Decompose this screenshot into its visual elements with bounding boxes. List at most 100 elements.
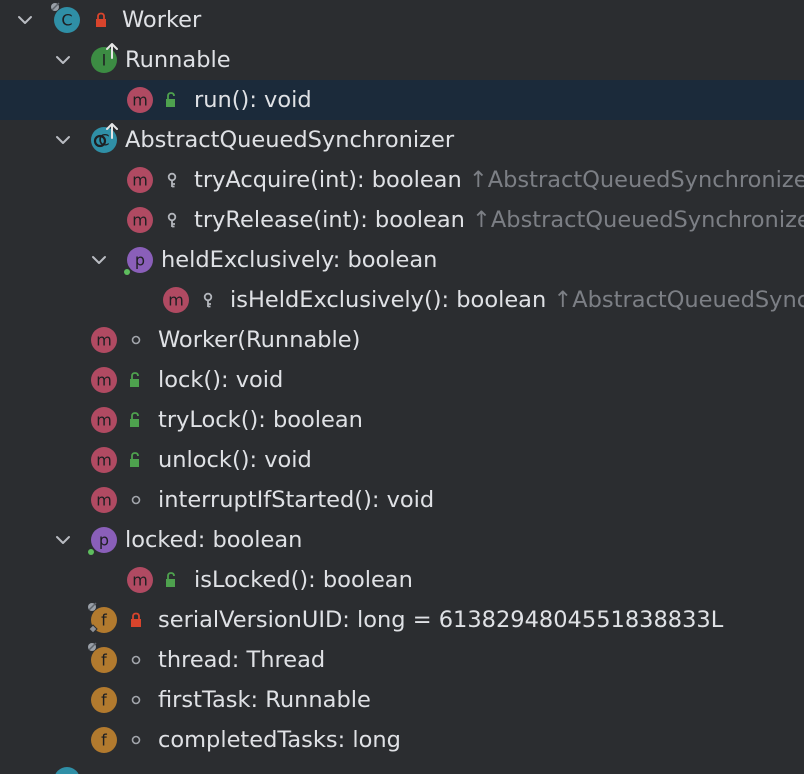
tree-node-label: isLocked(): boolean [194,560,413,600]
method-icon: m [90,366,118,394]
package-private-dot-icon [128,732,144,748]
protected-key-icon [164,172,180,188]
svg-text:f: f [101,611,107,630]
tree-node-label: serialVersionUID: long = 613829480455183… [158,600,723,640]
tree-node-label: interruptIfStarted(): void [158,480,434,520]
tree-node-field[interactable]: f thread: Thread [0,640,804,680]
method-icon: m [126,166,154,194]
structure-tree[interactable]: C Worker I Runnable m run(): void C AbstractQue… [0,0,804,774]
tree-node-method[interactable]: m lock(): void [0,360,804,400]
svg-text:f: f [101,731,107,750]
method-icon: m [126,206,154,234]
node-signature: lock(): void [158,367,284,393]
node-signature: isHeldExclusively(): boolean [230,287,547,313]
tree-node-label: completedTasks: long [158,720,401,760]
node-signature: Worker(Runnable) [158,327,361,353]
tree-node-method[interactable]: m run(): void [0,80,804,120]
chevron-down-icon[interactable] [16,11,34,29]
field-icon: f [90,726,118,754]
field-icon: f [88,602,118,634]
method-icon: m [126,86,154,114]
node-signature: AbstractQueuedSynchronizer [125,127,455,153]
tree-node-property[interactable]: p heldExclusively: boolean [0,240,804,280]
chevron-down-icon[interactable] [90,251,108,269]
tree-node-label: isHeldExclusively(): boolean ↑AbstractQu… [230,280,804,320]
svg-text:m: m [96,491,112,510]
node-signature: Runnable [125,47,231,73]
package-private-dot-icon [128,652,144,668]
svg-text:m: m [132,171,148,190]
node-signature: tryLock(): boolean [158,407,363,433]
tree-node-label: lock(): void [158,360,283,400]
tree-node-method[interactable]: m Worker(Runnable) [0,320,804,360]
tree-node-method[interactable]: m tryLock(): boolean [0,400,804,440]
property-icon: p [124,246,154,275]
tree-node-property[interactable]: p locked: boolean [0,520,804,560]
tree-node-label: Worker [122,0,201,40]
svg-text:p: p [99,531,109,550]
node-signature: run(): void [194,87,312,113]
protected-key-icon [200,292,216,308]
tree-node-class[interactable] [0,760,804,774]
package-private-dot-icon [128,692,144,708]
interface-icon: I [90,43,118,74]
tree-node-method[interactable]: m isHeldExclusively(): boolean ↑AbstractQ… [0,280,804,320]
public-lock-icon [164,92,180,108]
tree-node-method[interactable]: m tryRelease(int): boolean ↑AbstractQueue… [0,200,804,240]
tree-node-field[interactable]: f completedTasks: long [0,720,804,760]
tree-node-class[interactable]: C Worker [0,0,804,40]
svg-text:m: m [132,91,148,110]
tree-node-method[interactable]: m unlock(): void [0,440,804,480]
method-icon: m [90,326,118,354]
method-icon: m [126,566,154,594]
tree-node-method[interactable]: m isLocked(): boolean [0,560,804,600]
method-icon: m [90,446,118,474]
node-signature: isLocked(): boolean [194,567,413,593]
tree-node-interface[interactable]: I Runnable [0,40,804,80]
tree-node-label: firstTask: Runnable [158,680,371,720]
tree-node-abstract-class[interactable]: C AbstractQueuedSynchronizer [0,120,804,160]
public-lock-icon [128,412,144,428]
svg-text:f: f [101,691,107,710]
chevron-down-icon[interactable] [54,131,72,149]
svg-text:m: m [96,331,112,350]
svg-text:p: p [135,251,145,270]
svg-text:I: I [102,51,107,70]
field-icon: f [88,642,118,674]
node-signature: locked: boolean [125,527,303,553]
chevron-down-icon[interactable] [54,531,72,549]
package-private-dot-icon [128,332,144,348]
abstract-class-icon: C [90,123,118,154]
svg-text:m: m [96,411,112,430]
tree-node-label: tryAcquire(int): boolean ↑AbstractQueued… [194,160,804,200]
protected-key-icon [164,212,180,228]
tree-node-label: run(): void [194,80,312,120]
node-signature: unlock(): void [158,447,312,473]
tree-node-label: tryLock(): boolean [158,400,363,440]
svg-text:m: m [132,211,148,230]
public-lock-icon [128,372,144,388]
class-icon: C [51,2,81,34]
tree-node-label: locked: boolean [125,520,302,560]
node-signature: tryAcquire(int): boolean [194,167,462,193]
node-signature: serialVersionUID: long = 613829480455183… [158,607,724,633]
tree-node-field[interactable]: f serialVersionUID: long = 61382948045518… [0,600,804,640]
method-icon: m [90,486,118,514]
tree-node-field[interactable]: f firstTask: Runnable [0,680,804,720]
node-signature: heldExclusively: boolean [161,247,438,273]
method-icon: m [162,286,190,314]
node-signature: tryRelease(int): boolean [194,207,465,233]
node-signature: Worker [122,7,202,33]
chevron-down-icon[interactable] [54,51,72,69]
field-icon: f [90,686,118,714]
svg-text:m: m [96,371,112,390]
class-icon [53,766,81,774]
node-signature: completedTasks: long [158,727,401,753]
tree-node-label: thread: Thread [158,640,325,680]
public-lock-icon [164,572,180,588]
private-lock-icon [128,612,144,628]
svg-text:C: C [61,11,72,30]
svg-text:m: m [132,571,148,590]
tree-node-method[interactable]: m tryAcquire(int): boolean ↑AbstractQueue… [0,160,804,200]
tree-node-method[interactable]: m interruptIfStarted(): void [0,480,804,520]
